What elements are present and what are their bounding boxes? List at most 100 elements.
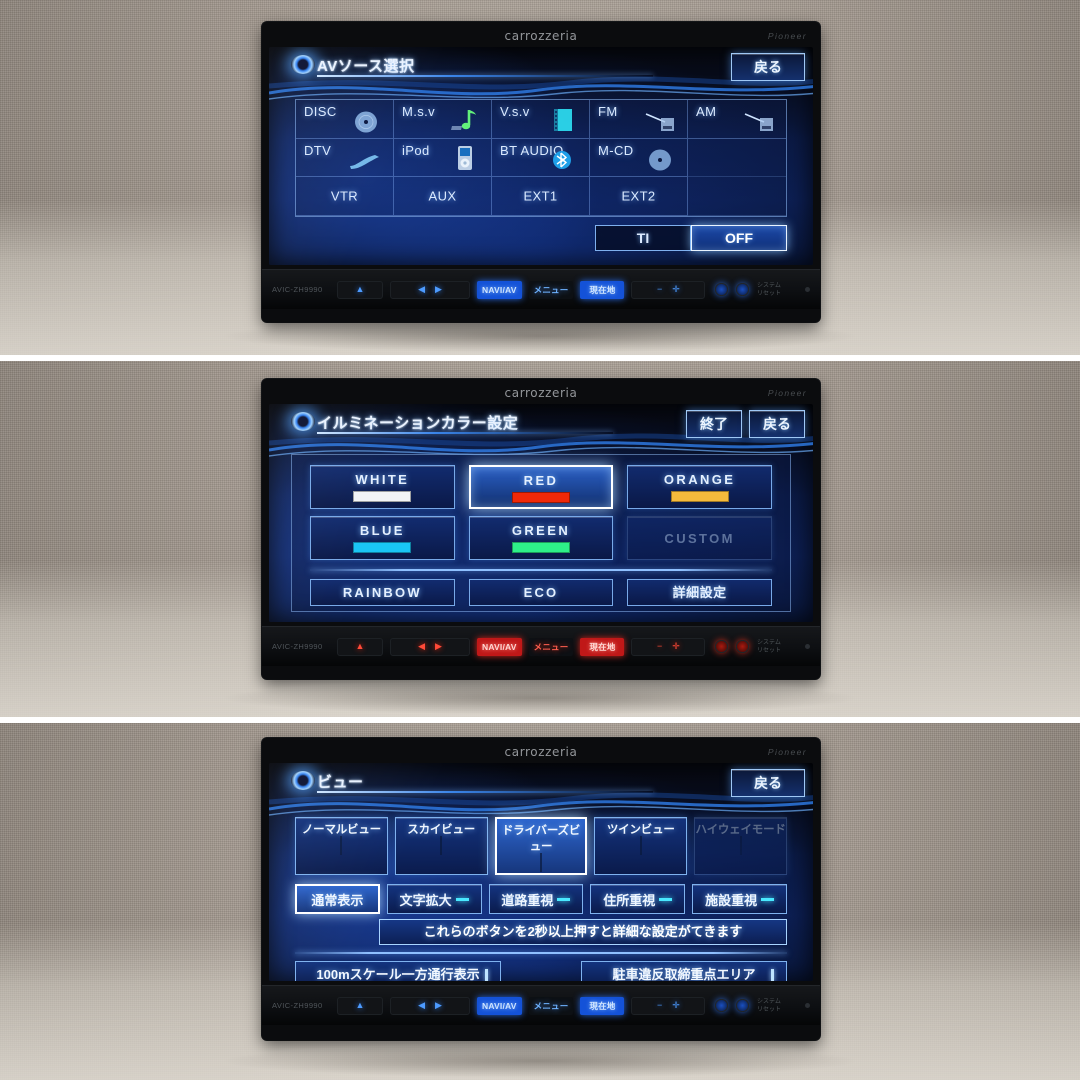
av-source-msv[interactable]: M.s.v xyxy=(394,100,492,139)
av-source-ipod[interactable]: iPod xyxy=(394,138,492,178)
power-icon[interactable] xyxy=(736,640,749,653)
back-button-2[interactable]: 戻る xyxy=(749,410,805,438)
photo-panel-view-menu: carrozzeria Pioneer ビュー 戻る ノーマルビュー スカイビュ… xyxy=(0,717,1080,1080)
back-button-1[interactable]: 戻る xyxy=(731,53,805,81)
screen-header-3: ビュー 戻る xyxy=(269,763,813,809)
page-title-2: イルミネーションカラー設定 xyxy=(317,415,519,432)
av-source-vtr[interactable]: VTR xyxy=(296,177,394,216)
menu-button-1[interactable]: メニュー xyxy=(528,280,574,299)
av-source-bt-audio[interactable]: BT AUDIO xyxy=(492,138,590,178)
microphone-icon[interactable] xyxy=(715,640,728,653)
mode-button-rainbow[interactable]: RAINBOW xyxy=(310,579,455,606)
color-label: WHITE xyxy=(355,472,410,487)
exit-button-2[interactable]: 終了 xyxy=(686,410,742,438)
current-location-button-3[interactable]: 現在地 xyxy=(580,996,625,1015)
color-swatch-green xyxy=(511,542,570,553)
view-label: ツインビュー xyxy=(606,824,675,836)
view-mode-row: ノーマルビュー スカイビュー ドライバーズビュー ツインビュー ハイウェイモード xyxy=(295,817,787,875)
lcd-screen-view-menu[interactable]: ビュー 戻る ノーマルビュー スカイビュー ドライバーズビュー ツインビュー ハ… xyxy=(269,763,813,981)
av-source-dtv[interactable]: DTV xyxy=(296,138,394,178)
reset-pinhole[interactable] xyxy=(805,644,810,649)
color-swatch-orange xyxy=(670,491,729,502)
av-source-empty-1 xyxy=(688,139,786,178)
reset-label-3: システム リセット xyxy=(757,998,793,1014)
current-location-button-2[interactable]: 現在地 xyxy=(580,637,625,656)
power-icon[interactable] xyxy=(736,283,749,296)
reset-pinhole[interactable] xyxy=(805,1003,810,1008)
view-thumbnail-sky xyxy=(440,836,443,855)
indicator-icon xyxy=(771,969,774,981)
av-source-label: DISC xyxy=(304,104,337,119)
view-button-sky[interactable]: スカイビュー xyxy=(394,817,488,875)
av-source-ext2[interactable]: EXT2 xyxy=(590,177,688,216)
color-button-green[interactable]: GREEN xyxy=(468,516,614,560)
hardware-button-bar-1: AVIC-ZH9990 ▲ ◀ ▶ NAVI/AV メニュー 現在地 − ✛ シ… xyxy=(262,269,820,309)
color-button-custom[interactable]: CUSTOM xyxy=(627,516,772,560)
av-source-am[interactable]: AM xyxy=(688,100,786,139)
back-button-3[interactable]: 戻る xyxy=(731,769,805,797)
model-label: AVIC-ZH9990 xyxy=(272,1001,323,1010)
mode-button-eco[interactable]: ECO xyxy=(468,579,614,606)
av-source-ext1[interactable]: EXT1 xyxy=(492,177,590,216)
option-button-address-priority[interactable]: 住所重視 xyxy=(590,884,686,914)
av-source-m-cd[interactable]: M-CD xyxy=(590,138,688,178)
color-label: RED xyxy=(523,473,559,488)
navi-av-button-2[interactable]: NAVI/AV xyxy=(477,637,522,656)
power-icon[interactable] xyxy=(736,999,749,1012)
color-button-red[interactable]: RED xyxy=(468,465,614,509)
option-underline-icon xyxy=(761,897,775,901)
view-button-normal[interactable]: ノーマルビュー xyxy=(295,817,388,875)
wide-button-oneway-display[interactable]: 100mスケール一方通行表示 xyxy=(295,961,501,981)
eject-button-1[interactable]: ▲ xyxy=(337,280,383,299)
av-source-disc[interactable]: DISC xyxy=(296,100,394,139)
seek-buttons-3[interactable]: ◀ ▶ xyxy=(390,996,470,1015)
mode-button-detail-settings[interactable]: 詳細設定 xyxy=(627,579,772,606)
option-button-facility-priority[interactable]: 施設重視 xyxy=(692,884,787,914)
av-source-label: iPod xyxy=(402,142,430,158)
option-button-text-enlarge[interactable]: 文字拡大 xyxy=(386,884,482,914)
wide-button-label: 駐車違反取締重点エリア xyxy=(612,967,756,981)
av-source-fm[interactable]: FM xyxy=(590,100,688,139)
eject-button-3[interactable]: ▲ xyxy=(337,996,383,1015)
av-source-vsv[interactable]: V.s.v xyxy=(492,100,590,139)
wide-button-parking-enforcement-area[interactable]: 駐車違反取締重点エリア xyxy=(581,961,787,981)
illumination-color-panel: WHITE RED ORANGE BLUE GREEN CUSTOM RAINB… xyxy=(291,454,791,612)
view-button-highway-mode[interactable]: ハイウェイモード xyxy=(694,817,787,875)
tv-antenna-icon xyxy=(350,155,379,170)
microphone-icon[interactable] xyxy=(715,283,728,296)
view-button-drivers[interactable]: ドライバーズビュー xyxy=(494,817,588,875)
view-button-twin[interactable]: ツインビュー xyxy=(594,817,688,875)
color-button-blue[interactable]: BLUE xyxy=(310,516,455,560)
lcd-screen-illumination[interactable]: イルミネーションカラー設定 終了 戻る WHITE RED ORANGE BLU… xyxy=(269,404,813,622)
illumination-mode-row: RAINBOW ECO 詳細設定 xyxy=(310,579,772,606)
eject-button-2[interactable]: ▲ xyxy=(337,637,383,656)
lcd-screen-av-source[interactable]: AVソース選択 戻る DISC M.s.v V.s.v FM AM DTV iP… xyxy=(269,47,813,265)
view-menu-panel: ノーマルビュー スカイビュー ドライバーズビュー ツインビュー ハイウェイモード… xyxy=(287,811,795,981)
microphone-icon[interactable] xyxy=(715,999,728,1012)
off-button[interactable]: OFF xyxy=(691,225,787,251)
seek-buttons-1[interactable]: ◀ ▶ xyxy=(390,280,470,299)
photo-strip: carrozzeria Pioneer AVソース選択 戻る DISC M.s.… xyxy=(0,0,1080,1080)
color-button-orange[interactable]: ORANGE xyxy=(627,465,772,509)
navi-av-button-3[interactable]: NAVI/AV xyxy=(477,996,522,1015)
volume-buttons-3[interactable]: − ✛ xyxy=(631,996,706,1015)
model-label: AVIC-ZH9990 xyxy=(272,285,323,294)
illumination-color-grid: WHITE RED ORANGE BLUE GREEN CUSTOM xyxy=(310,465,772,560)
option-button-road-priority[interactable]: 道路重視 xyxy=(488,884,584,914)
menu-button-2[interactable]: メニュー xyxy=(528,637,574,656)
reset-pinhole[interactable] xyxy=(805,287,810,292)
color-button-white[interactable]: WHITE xyxy=(310,465,455,509)
av-source-aux[interactable]: AUX xyxy=(394,177,492,216)
current-location-button-1[interactable]: 現在地 xyxy=(580,280,625,299)
navi-av-button-1[interactable]: NAVI/AV xyxy=(477,280,522,299)
seek-buttons-2[interactable]: ◀ ▶ xyxy=(390,637,470,656)
ti-button[interactable]: TI xyxy=(595,225,691,251)
volume-buttons-1[interactable]: − ✛ xyxy=(631,280,706,299)
option-button-normal-display[interactable]: 通常表示 xyxy=(295,884,380,914)
color-label: ORANGE xyxy=(663,472,736,487)
volume-buttons-2[interactable]: − ✛ xyxy=(631,637,706,656)
color-swatch-red xyxy=(511,492,570,503)
radio-icon xyxy=(744,112,773,131)
view-label: ドライバーズビュー xyxy=(501,825,581,853)
menu-button-3[interactable]: メニュー xyxy=(528,996,574,1015)
